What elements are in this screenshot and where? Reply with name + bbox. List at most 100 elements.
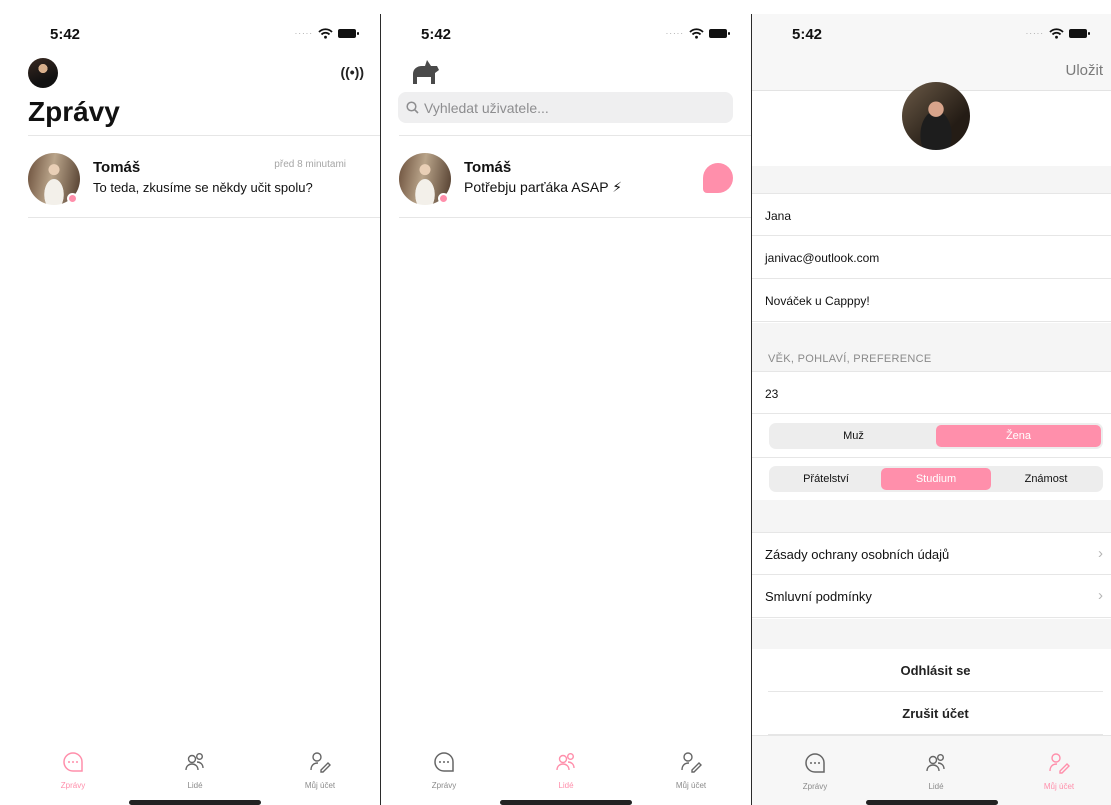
dog-logo-icon <box>413 60 439 84</box>
tab-label: Zprávy <box>802 782 828 791</box>
nav-header: 5:42 ····· Uložit <box>752 14 1111 91</box>
chat-preview: To teda, zkusíme se někdy učit spolu? <box>93 180 313 195</box>
terms-link[interactable]: Smluvní podmínky › <box>752 575 1111 618</box>
person-status: Potřebju parťáka ASAP ⚡ <box>464 179 623 195</box>
chat-list-item[interactable]: Tomáš před 8 minutami To teda, zkusíme s… <box>10 135 380 219</box>
tab-account[interactable]: Můj účet <box>280 751 360 793</box>
tab-people[interactable]: Lidé <box>896 752 976 794</box>
people-icon <box>185 753 204 771</box>
preference-option-friendship[interactable]: Přátelství <box>771 468 881 490</box>
online-indicator <box>438 193 449 204</box>
tab-bar: Zprávy Lidé Můj účet <box>381 735 751 805</box>
people-screen: 5:42 ····· Vyhledat uživatele... Tomáš P… <box>381 14 751 805</box>
home-indicator <box>500 800 632 805</box>
tab-label: Můj účet <box>1043 782 1075 791</box>
chat-timestamp: před 8 minutami <box>274 159 346 170</box>
signal-icon: ····· <box>1025 29 1044 38</box>
section-spacer <box>752 500 1111 532</box>
account-icon <box>1049 753 1070 774</box>
people-icon <box>926 754 945 772</box>
privacy-policy-label: Zásady ochrany osobních údajů <box>765 547 950 562</box>
account-screen: 5:42 ····· Uložit Jana janivac@outlook.c… <box>752 14 1111 805</box>
gender-option-male[interactable]: Muž <box>771 425 936 447</box>
tab-messages[interactable]: Zprávy <box>775 752 855 794</box>
tab-label: Lidé <box>928 782 944 791</box>
bio-field[interactable]: Nováček u Capppy! <box>752 279 1111 322</box>
logout-label: Odhlásit se <box>900 663 971 678</box>
divider <box>28 217 380 218</box>
age-value: 23 <box>765 387 779 401</box>
status-time: 5:42 <box>421 26 452 43</box>
delete-account-button[interactable]: Zrušit účet <box>768 692 1103 735</box>
signal-icon: ····· <box>294 29 313 38</box>
preference-segmented-control[interactable]: Přátelství Studium Známost <box>769 466 1103 492</box>
gender-option-female[interactable]: Žena <box>936 425 1101 447</box>
gender-segmented-control[interactable]: Muž Žena <box>769 423 1103 449</box>
tab-label: Zprávy <box>431 781 457 790</box>
online-indicator <box>67 193 78 204</box>
divider <box>752 457 1111 458</box>
account-icon <box>310 752 331 773</box>
wifi-icon <box>318 28 333 39</box>
status-bar: 5:42 ····· <box>752 14 1111 54</box>
status-bar: 5:42 ····· <box>381 14 751 54</box>
status-time: 5:42 <box>792 26 823 43</box>
search-icon <box>406 101 419 114</box>
messages-screen: 5:42 ····· ((•)) Zprávy Tomáš před 8 min… <box>10 14 380 805</box>
section-spacer <box>752 619 1111 649</box>
delete-account-label: Zrušit účet <box>902 706 969 721</box>
user-avatar[interactable] <box>28 58 58 88</box>
battery-icon <box>709 29 730 38</box>
name-field[interactable]: Jana <box>752 193 1111 236</box>
home-indicator <box>129 800 261 805</box>
tab-label: Můj účet <box>675 781 707 790</box>
battery-icon <box>1069 29 1090 38</box>
account-icon <box>681 752 702 773</box>
message-bubble-icon[interactable] <box>703 163 733 193</box>
chat-icon <box>805 753 825 773</box>
tab-people[interactable]: Lidé <box>526 751 606 793</box>
tab-label: Zprávy <box>60 781 86 790</box>
broadcast-icon[interactable]: ((•)) <box>340 64 364 80</box>
chevron-right-icon: › <box>1098 587 1103 604</box>
battery-icon <box>338 29 359 38</box>
tab-bar: Zprávy Lidé Můj účet <box>10 735 380 805</box>
search-input[interactable]: Vyhledat uživatele... <box>398 92 733 123</box>
profile-photo[interactable] <box>902 82 970 150</box>
home-indicator <box>865 800 998 805</box>
tab-label: Můj účet <box>304 781 336 790</box>
status-bar: 5:42 ····· <box>10 14 380 54</box>
page-title: Zprávy <box>28 96 120 127</box>
tab-account[interactable]: Můj účet <box>1019 752 1099 794</box>
tab-people[interactable]: Lidé <box>155 751 235 793</box>
privacy-policy-link[interactable]: Zásady ochrany osobních údajů › <box>752 532 1111 575</box>
terms-label: Smluvní podmínky <box>765 589 872 604</box>
people-icon <box>556 753 575 771</box>
chat-name: Tomáš <box>93 159 141 176</box>
wifi-icon <box>689 28 704 39</box>
signal-icon: ····· <box>665 29 684 38</box>
search-placeholder: Vyhledat uživatele... <box>424 99 549 116</box>
wifi-icon <box>1049 28 1064 39</box>
tab-messages[interactable]: Zprávy <box>404 751 484 793</box>
name-value: Jana <box>765 209 792 223</box>
preference-option-dating[interactable]: Známost <box>991 468 1101 490</box>
tab-label: Lidé <box>558 781 574 790</box>
section-spacer <box>752 166 1111 194</box>
tab-messages[interactable]: Zprávy <box>33 751 113 793</box>
people-list-item[interactable]: Tomáš Potřebju parťáka ASAP ⚡ <box>381 135 751 219</box>
save-button[interactable]: Uložit <box>1065 62 1103 79</box>
preference-option-study[interactable]: Studium <box>881 468 991 490</box>
status-time: 5:42 <box>50 26 81 43</box>
section-header: VĚK, POHLAVÍ, PREFERENCE <box>768 353 932 365</box>
age-field[interactable]: 23 <box>752 371 1111 414</box>
email-field[interactable]: janivac@outlook.com <box>752 236 1111 279</box>
logout-button[interactable]: Odhlásit se <box>768 649 1103 692</box>
email-value: janivac@outlook.com <box>765 251 880 265</box>
bio-value: Nováček u Capppy! <box>765 294 870 308</box>
chat-icon <box>63 752 83 772</box>
tab-account[interactable]: Můj účet <box>651 751 731 793</box>
tab-label: Lidé <box>187 781 203 790</box>
divider <box>399 217 751 218</box>
tab-bar: Zprávy Lidé Můj účet <box>752 735 1111 805</box>
